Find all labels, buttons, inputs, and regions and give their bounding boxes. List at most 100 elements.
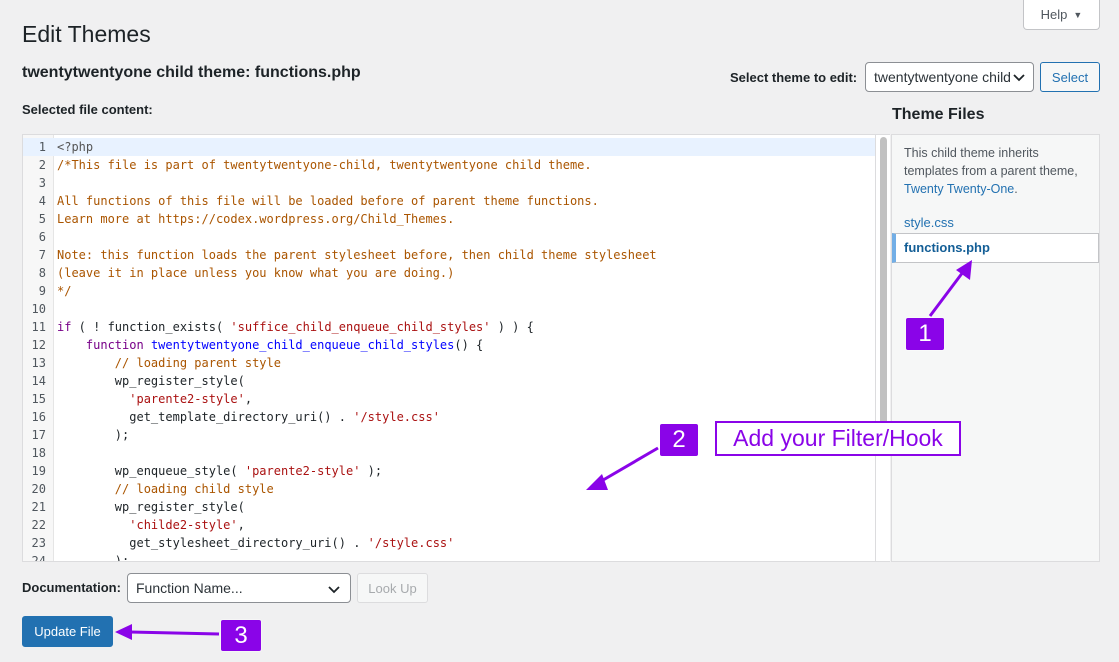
- look-up-button[interactable]: Look Up: [357, 573, 428, 603]
- function-name-select[interactable]: Function Name...: [127, 573, 351, 603]
- code-line: 15 'parente2-style',: [23, 390, 875, 408]
- theme-select[interactable]: twentytwentyone child theme: [865, 62, 1034, 92]
- code-editor[interactable]: 1 <?php 2 /*This file is part of twentytwen…: [22, 134, 876, 562]
- code-token: 'parente2-style': [244, 464, 361, 478]
- line-number: 13: [31, 356, 46, 370]
- line-number: 21: [31, 500, 46, 514]
- code-line: 5 Learn more at https://codex.wordpress.o…: [23, 210, 875, 228]
- line-code: get_template_directory_uri() . '/style.c…: [50, 408, 440, 426]
- update-file-button[interactable]: Update File: [22, 616, 113, 647]
- code-token: );: [57, 428, 130, 442]
- code-line: 7 Note: this function loads the parent st…: [23, 246, 875, 264]
- code-token: */: [57, 284, 72, 298]
- line-code: /*This file is part of twentytwentyone-c…: [50, 156, 592, 174]
- line-number: 7: [38, 248, 46, 262]
- documentation-label: Documentation:: [22, 580, 121, 595]
- code-token: 'parente2-style': [129, 392, 245, 406]
- line-code: Note: this function loads the parent sty…: [50, 246, 657, 264]
- theme-file-style-css[interactable]: style.css: [904, 215, 954, 230]
- caret-down-icon: ▼: [1073, 9, 1083, 20]
- code-token: Learn more at https://codex.wordpress.or…: [57, 212, 455, 226]
- code-line: 19 wp_enqueue_style( 'parente2-style' );: [23, 462, 875, 480]
- line-code: wp_register_style(: [50, 372, 245, 390]
- line-code: Learn more at https://codex.wordpress.or…: [50, 210, 454, 228]
- code-line: 14 wp_register_style(: [23, 372, 875, 390]
- code-line: 24 );: [23, 552, 875, 562]
- code-line: 13 // loading parent style: [23, 354, 875, 372]
- annotation-badge-3: 3: [221, 620, 261, 651]
- line-code: All functions of this file will be loade…: [50, 192, 599, 210]
- code-line: 12 function twentytwentyone_child_enqueu…: [23, 336, 875, 354]
- line-code: */: [50, 282, 71, 300]
- code-token: wp_register_style(: [57, 500, 245, 514]
- code-token: twentytwentyone_child_enqueue_child_styl…: [150, 338, 455, 352]
- annotation-badge-2: 2: [660, 424, 698, 456]
- line-code: <?php: [50, 138, 93, 156]
- theme-file-functions-php[interactable]: functions.php: [892, 233, 1099, 263]
- line-number: 15: [31, 392, 46, 406]
- code-token: // loading child style: [114, 482, 274, 496]
- code-token: function: [85, 338, 144, 352]
- code-token: );: [360, 464, 383, 478]
- line-number: 17: [31, 428, 46, 442]
- code-line: 11 if ( ! function_exists( 'suffice_child…: [23, 318, 875, 336]
- code-token: get_template_directory_uri() .: [57, 410, 354, 424]
- line-number: 22: [31, 518, 46, 532]
- code-token: All functions of this file will be loade…: [57, 194, 599, 208]
- code-token: ,: [237, 518, 245, 532]
- line-number: 3: [38, 176, 46, 190]
- code-line: 23 get_stylesheet_directory_uri() . '/st…: [23, 534, 875, 552]
- code-line: 10: [23, 300, 875, 318]
- line-code: );: [50, 426, 129, 444]
- line-number: 20: [31, 482, 46, 496]
- help-button[interactable]: Help ▼: [1023, 0, 1100, 30]
- select-theme-button[interactable]: Select: [1040, 62, 1100, 92]
- line-code: 'childe2-style',: [50, 516, 245, 534]
- code-token: // loading parent style: [114, 356, 281, 370]
- code-token: ) ) {: [490, 320, 534, 334]
- code-line: 21 wp_register_style(: [23, 498, 875, 516]
- editor-scrollbar-thumb[interactable]: [880, 137, 887, 437]
- code-token: <?php: [57, 140, 94, 154]
- line-number: 12: [31, 338, 46, 352]
- code-token: (leave it in place unless you know what …: [57, 266, 455, 280]
- line-number: 16: [31, 410, 46, 424]
- code-token: '/style.css': [367, 536, 455, 550]
- line-code: // loading child style: [50, 480, 274, 498]
- line-number: 2: [38, 158, 46, 172]
- code-line: 22 'childe2-style',: [23, 516, 875, 534]
- selected-file-label: Selected file content:: [22, 102, 153, 117]
- line-code: function twentytwentyone_child_enqueue_c…: [50, 336, 483, 354]
- chevron-down-icon: [1013, 74, 1025, 82]
- theme-files-title: Theme Files: [892, 106, 985, 123]
- chevron-down-icon: [328, 586, 340, 594]
- code-line: 20 // loading child style: [23, 480, 875, 498]
- code-token: wp_enqueue_style(: [57, 464, 245, 478]
- code-line: 9 */: [23, 282, 875, 300]
- line-code: get_stylesheet_directory_uri() . '/style…: [50, 534, 454, 552]
- code-token: get_stylesheet_directory_uri() .: [57, 536, 368, 550]
- code-token: 'childe2-style': [129, 518, 238, 532]
- code-token: );: [57, 554, 130, 562]
- help-label: Help: [1040, 7, 1068, 22]
- code-line: 1 <?php: [23, 138, 875, 156]
- function-select-value: Function Name...: [136, 580, 243, 596]
- inherit-note-text: This child theme inherits templates from…: [904, 146, 1078, 178]
- line-number: 19: [31, 464, 46, 478]
- parent-theme-link[interactable]: Twenty Twenty-One: [904, 182, 1014, 196]
- select-theme-label: Select theme to edit:: [730, 70, 858, 85]
- line-number: 18: [31, 446, 46, 460]
- line-number: 23: [31, 536, 46, 550]
- line-code: 'parente2-style',: [50, 390, 252, 408]
- code-token: if: [57, 320, 72, 334]
- add-filter-hook-callout: Add your Filter/Hook: [715, 421, 961, 456]
